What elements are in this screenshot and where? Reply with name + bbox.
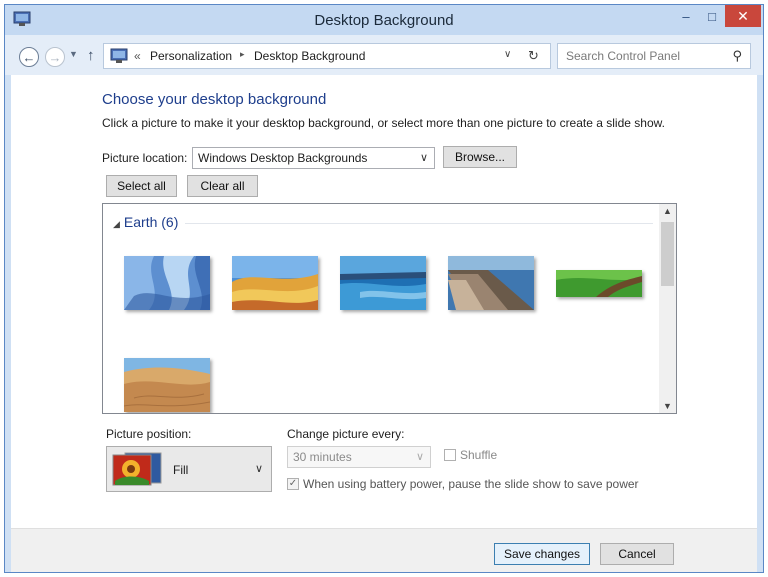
picture-location-select[interactable]: Windows Desktop Backgrounds ∨	[192, 147, 435, 169]
scroll-down-icon[interactable]: ▼	[663, 401, 672, 411]
picture-position-select[interactable]: Fill ∨	[106, 446, 272, 492]
breadcrumb-desktop-background[interactable]: Desktop Background	[254, 49, 365, 63]
collapse-triangle-icon[interactable]: ◢	[113, 219, 120, 229]
shuffle-label: Shuffle	[460, 448, 498, 462]
title-bar: Desktop Background – □ ✕	[5, 5, 763, 35]
group-header-earth[interactable]: ◢ Earth (6)	[113, 214, 178, 230]
recent-locations-icon[interactable]: ▼	[69, 49, 78, 59]
control-panel-icon	[110, 48, 128, 63]
cancel-button[interactable]: Cancel	[600, 543, 674, 565]
main-content: Choose your desktop background Click a p…	[11, 75, 757, 528]
breadcrumb-overflow-icon[interactable]: «	[134, 49, 141, 63]
position-preview-icon	[112, 452, 162, 486]
desktop-background-window: Desktop Background – □ ✕ ← → ▼ ↑ « Perso…	[4, 4, 764, 573]
scrollbar-thumb[interactable]	[661, 222, 674, 286]
battery-pause-checkbox[interactable]: ✓	[287, 478, 299, 490]
interval-select[interactable]: 30 minutes ∨	[287, 446, 431, 468]
clear-all-button[interactable]: Clear all	[187, 175, 258, 197]
refresh-icon[interactable]: ↻	[528, 48, 539, 64]
gallery-scrollbar[interactable]: ▲ ▼	[659, 204, 676, 413]
chevron-down-icon: ∨	[419, 152, 428, 164]
back-arrow-icon[interactable]: ←	[19, 47, 39, 67]
page-title: Choose your desktop background	[102, 91, 327, 108]
save-changes-button[interactable]: Save changes	[494, 543, 590, 565]
breadcrumb-separator-icon[interactable]: ▸	[240, 49, 245, 60]
search-box[interactable]: ⚲	[557, 43, 751, 69]
thumbnail-blue-seascape[interactable]	[340, 256, 426, 310]
dialog-footer: Save changes Cancel	[11, 528, 757, 572]
window-title: Desktop Background	[314, 12, 454, 29]
maximize-button[interactable]: □	[699, 5, 725, 27]
scroll-up-icon[interactable]: ▲	[663, 206, 672, 216]
picture-location-value: Windows Desktop Backgrounds	[198, 151, 368, 165]
group-label: Earth (6)	[123, 214, 179, 230]
address-bar[interactable]: « Personalization ▸ Desktop Background ∨…	[103, 43, 551, 69]
thumbnail-ice-cave[interactable]	[124, 256, 210, 310]
thumbnail-green-hills[interactable]	[556, 270, 642, 297]
forward-arrow-icon[interactable]: →	[45, 47, 65, 67]
thumbnail-rock-shoreline[interactable]	[448, 256, 534, 310]
thumbnail-sand-dunes[interactable]	[124, 358, 210, 412]
chevron-down-icon: ∨	[415, 451, 424, 463]
up-arrow-icon[interactable]: ↑	[87, 47, 95, 64]
picture-location-label: Picture location:	[102, 151, 188, 165]
group-divider	[185, 223, 653, 224]
search-icon[interactable]: ⚲	[732, 48, 742, 64]
shuffle-checkbox[interactable]	[444, 449, 456, 461]
close-button[interactable]: ✕	[725, 5, 761, 27]
picture-position-label: Picture position:	[106, 427, 192, 441]
picture-gallery[interactable]: ◢ Earth (6) ▲ ▼	[102, 203, 677, 414]
picture-position-value: Fill	[173, 463, 189, 477]
breadcrumb-personalization[interactable]: Personalization	[150, 49, 232, 63]
page-subtitle: Click a picture to make it your desktop …	[102, 116, 665, 130]
search-input[interactable]	[564, 48, 724, 64]
address-dropdown-icon[interactable]: ∨	[504, 49, 511, 60]
minimize-button[interactable]: –	[673, 5, 699, 27]
thumbnail-painted-hills[interactable]	[232, 256, 318, 310]
chevron-down-icon: ∨	[254, 463, 263, 475]
browse-button[interactable]: Browse...	[443, 146, 517, 168]
interval-value: 30 minutes	[293, 450, 352, 464]
change-picture-label: Change picture every:	[287, 427, 405, 441]
battery-pause-label: When using battery power, pause the slid…	[303, 477, 639, 491]
select-all-button[interactable]: Select all	[106, 175, 177, 197]
navigation-bar: ← → ▼ ↑ « Personalization ▸ Desktop Back…	[5, 35, 763, 75]
